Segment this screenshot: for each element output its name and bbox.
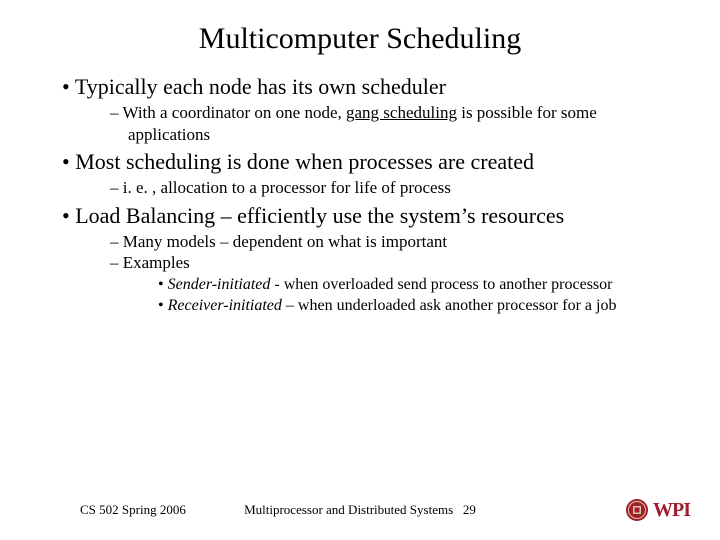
bullet-list: Typically each node has its own schedule… xyxy=(62,74,680,317)
bullet-3b1-rest: - when overloaded send process to anothe… xyxy=(274,276,612,293)
bullet-1: Typically each node has its own schedule… xyxy=(62,74,680,145)
slide: Multicomputer Scheduling Typically each … xyxy=(0,0,720,540)
bullet-3b-text: Examples xyxy=(123,253,190,272)
bullet-2: Most scheduling is done when processes a… xyxy=(62,149,680,199)
footer-logo: WPI xyxy=(625,498,690,522)
bullet-3b2: Receiver-initiated – when underloaded as… xyxy=(158,296,680,317)
bullet-3b1: Sender-initiated - when overloaded send … xyxy=(158,275,680,296)
bullet-1-text: Typically each node has its own schedule… xyxy=(75,74,446,99)
bullet-1a: With a coordinator on one node, gang sch… xyxy=(110,102,680,145)
bullet-3-text: Load Balancing – efficiently use the sys… xyxy=(75,203,564,228)
footer-center: Multiprocessor and Distributed Systems 2… xyxy=(0,502,720,518)
bullet-1a-em: gang scheduling xyxy=(346,103,457,122)
slide-number: 29 xyxy=(463,502,476,517)
slide-title: Multicomputer Scheduling xyxy=(0,0,720,74)
bullet-1a-pre: With a coordinator on one node, xyxy=(122,103,346,122)
bullet-3a: Many models – dependent on what is impor… xyxy=(110,231,680,252)
bullet-2a: i. e. , allocation to a processor for li… xyxy=(110,177,680,198)
slide-footer: CS 502 Spring 2006 Multiprocessor and Di… xyxy=(0,488,720,518)
bullet-3b: Examples Sender-initiated - when overloa… xyxy=(110,252,680,317)
wpi-seal-icon xyxy=(625,498,649,522)
bullet-3b2-em: Receiver-initiated xyxy=(168,297,282,314)
slide-body: Typically each node has its own schedule… xyxy=(0,74,720,317)
bullet-3b1-em: Sender-initiated xyxy=(168,276,275,293)
wpi-logo-text: WPI xyxy=(653,499,690,522)
bullet-3b2-rest: – when underloaded ask another processor… xyxy=(282,297,617,314)
bullet-2-text: Most scheduling is done when processes a… xyxy=(75,149,534,174)
footer-center-text: Multiprocessor and Distributed Systems xyxy=(244,502,453,517)
bullet-3: Load Balancing – efficiently use the sys… xyxy=(62,203,680,317)
